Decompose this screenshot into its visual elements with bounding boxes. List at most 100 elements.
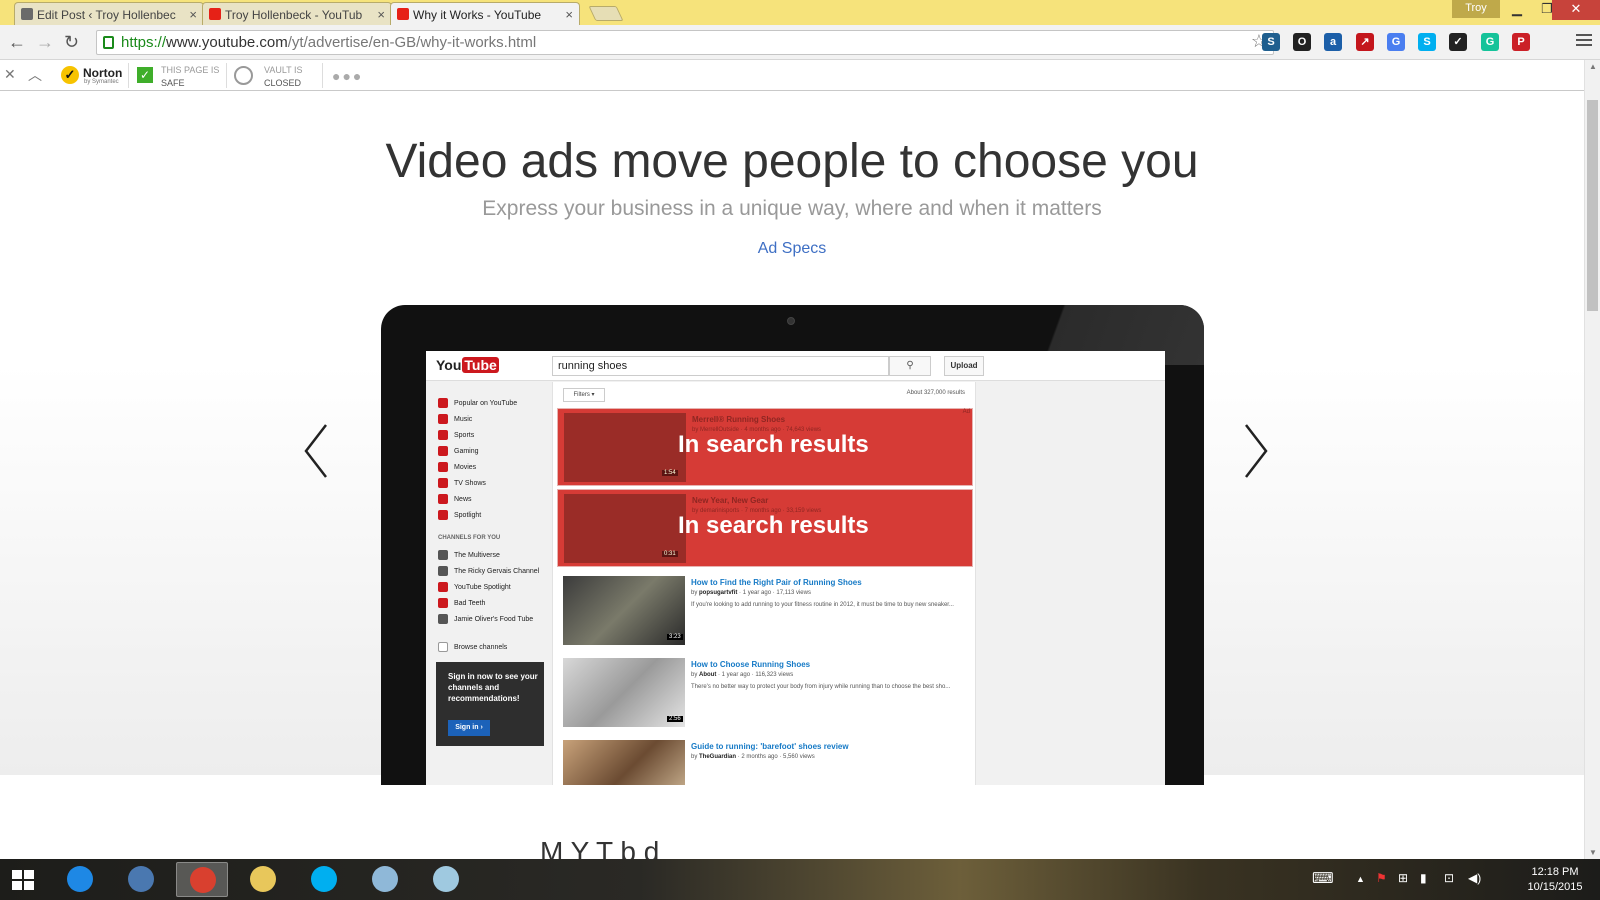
chrome-menu-icon[interactable] (1576, 34, 1592, 49)
more-options-icon[interactable]: ●●● (332, 68, 363, 84)
logo-tube: Tube (462, 357, 499, 373)
notes-icon (433, 866, 459, 892)
gaming-icon (438, 446, 448, 456)
divider (128, 63, 129, 88)
channel-avatar-icon (438, 566, 448, 576)
close-tab-icon[interactable]: × (377, 7, 385, 22)
file-explorer-taskbar-button[interactable] (237, 862, 289, 897)
at-extension-icon[interactable]: a (1324, 33, 1342, 51)
search-result: Guide to running: 'barefoot' shoes revie… (563, 740, 973, 785)
arrow-extension-icon[interactable]: ↗ (1356, 33, 1374, 51)
close-window-button[interactable]: ✕ (1552, 0, 1600, 20)
action-center-flag-icon[interactable]: ⚑ (1376, 871, 1387, 885)
thunderbird-taskbar-button[interactable] (115, 862, 167, 897)
volume-icon[interactable]: ◀) (1468, 871, 1481, 885)
reload-icon[interactable]: ↻ (64, 32, 79, 53)
show-hidden-icons-icon[interactable]: ▲ (1356, 874, 1365, 884)
paint-taskbar-button[interactable] (359, 862, 411, 897)
yt-search-input: running shoes (552, 356, 889, 376)
minimize-button[interactable]: ▁ (1502, 0, 1532, 20)
close-icon[interactable]: ✕ (4, 66, 16, 83)
video-title: Guide to running: 'barefoot' shoes revie… (691, 742, 849, 751)
clock-date: 10/15/2015 (1527, 881, 1583, 893)
keyboard-icon[interactable]: ⌨ (1312, 869, 1334, 887)
vault-status[interactable]: VAULT IS CLOSED (264, 64, 303, 90)
forward-icon[interactable]: → (36, 32, 54, 53)
chevron-right-icon (1245, 424, 1268, 478)
carousel-next-button[interactable] (1240, 421, 1270, 481)
chrome-taskbar-button[interactable] (176, 862, 228, 897)
carousel-prev-button[interactable] (302, 421, 332, 481)
tab-troy-youtube[interactable]: Troy Hollenbeck - YouTub × (202, 2, 392, 25)
video-duration: 1:54 (662, 470, 678, 476)
youtube-icon (397, 8, 409, 20)
system-clock[interactable]: 12:18 PM 10/15/2015 (1520, 865, 1590, 895)
pinterest-extension-icon[interactable]: P (1512, 33, 1530, 51)
chevron-up-icon[interactable]: ︿ (28, 65, 42, 85)
lock-icon (103, 36, 114, 49)
windows-icon[interactable]: ⊞ (1398, 871, 1408, 885)
windows-taskbar: ⌨ ▲ ⚑ ⊞ ▮ ⊡ ◀) 12:18 PM 10/15/2015 (0, 859, 1600, 900)
next-section-heading: M Y T b d (540, 836, 660, 859)
video-stats: · 1 year ago · 17,113 views (737, 590, 811, 596)
scroll-up-icon[interactable]: ▲ (1589, 62, 1597, 71)
notes-taskbar-button[interactable] (420, 862, 472, 897)
s-extension-icon[interactable]: S (1262, 33, 1280, 51)
sports-icon (438, 430, 448, 440)
close-tab-icon[interactable]: × (189, 7, 197, 22)
sidebar-item-label: Gaming (454, 447, 479, 455)
channel-item: Jamie Oliver's Food Tube (438, 614, 533, 624)
page-scrollbar[interactable]: ▲ ▼ (1584, 60, 1600, 859)
tab-why-it-works[interactable]: Why it Works - YouTube × (390, 2, 580, 25)
owl-extension-icon[interactable]: O (1293, 33, 1311, 51)
scroll-down-icon[interactable]: ▼ (1589, 848, 1597, 857)
wordpress-icon (21, 8, 33, 20)
network-icon[interactable]: ⊡ (1444, 871, 1454, 885)
sidebar-item-spotlight: Spotlight (438, 510, 481, 520)
url-text[interactable]: https://www.youtube.com/yt/advertise/en-… (121, 34, 536, 51)
tab-title: Edit Post ‹ Troy Hollenbec (37, 8, 176, 22)
translate-extension-icon[interactable]: G (1387, 33, 1405, 51)
new-tab-button[interactable] (588, 6, 624, 21)
norton-brand[interactable]: Norton (83, 66, 122, 80)
grammarly-extension-icon[interactable]: G (1481, 33, 1499, 51)
close-tab-icon[interactable]: × (565, 7, 573, 22)
start-button[interactable] (12, 870, 34, 890)
channel-label: Jamie Oliver's Food Tube (454, 615, 534, 623)
paint-icon (372, 866, 398, 892)
skype-extension-icon[interactable]: S (1418, 33, 1436, 51)
sidebar-item-label: Sports (454, 431, 475, 439)
tab-title: Troy Hollenbeck - YouTub (225, 8, 363, 22)
skype-icon (311, 866, 337, 892)
thunderbird-icon (128, 866, 154, 892)
video-meta: by popsugartvfit · 1 year ago · 17,113 v… (691, 590, 811, 596)
video-meta: by TheGuardian · 2 months ago · 5,560 vi… (691, 754, 815, 760)
yt-upload-button: Upload (944, 356, 984, 376)
channel-label: Bad Teeth (454, 599, 486, 607)
profile-button[interactable]: Troy (1452, 0, 1500, 18)
ad-specs-link[interactable]: Ad Specs (0, 240, 1584, 258)
skype-taskbar-button[interactable] (298, 862, 350, 897)
internet-explorer-taskbar-button[interactable] (54, 862, 106, 897)
address-bar[interactable]: https://www.youtube.com/yt/advertise/en-… (96, 30, 1274, 55)
overlay-label: In search results (678, 431, 869, 458)
filters-button: Filters ▾ (563, 388, 605, 402)
vault-icon (234, 66, 253, 85)
youtube-logo: You Tube (436, 357, 499, 373)
scrollbar-thumb[interactable] (1587, 100, 1598, 311)
page-safe-status[interactable]: THIS PAGE IS SAFE (161, 64, 219, 90)
norton-extension-icon[interactable]: ✓ (1449, 33, 1467, 51)
power-icon[interactable]: ▮ (1420, 871, 1427, 885)
channel-avatar-icon (438, 582, 448, 592)
sidebar-item-label: TV Shows (454, 479, 486, 487)
channel-avatar-icon (438, 614, 448, 624)
norton-check-icon: ✓ (61, 66, 79, 84)
browse-channels-label: Browse channels (454, 643, 508, 651)
camera-icon (787, 317, 795, 325)
video-duration: 2:56 (667, 716, 683, 722)
page-subheadline: Express your business in a unique way, w… (482, 197, 1102, 220)
video-description: There's no better way to protect your bo… (691, 684, 951, 690)
back-icon[interactable]: ← (8, 32, 26, 53)
internet-explorer-icon (67, 866, 93, 892)
tab-edit-post[interactable]: Edit Post ‹ Troy Hollenbec × (14, 2, 204, 25)
